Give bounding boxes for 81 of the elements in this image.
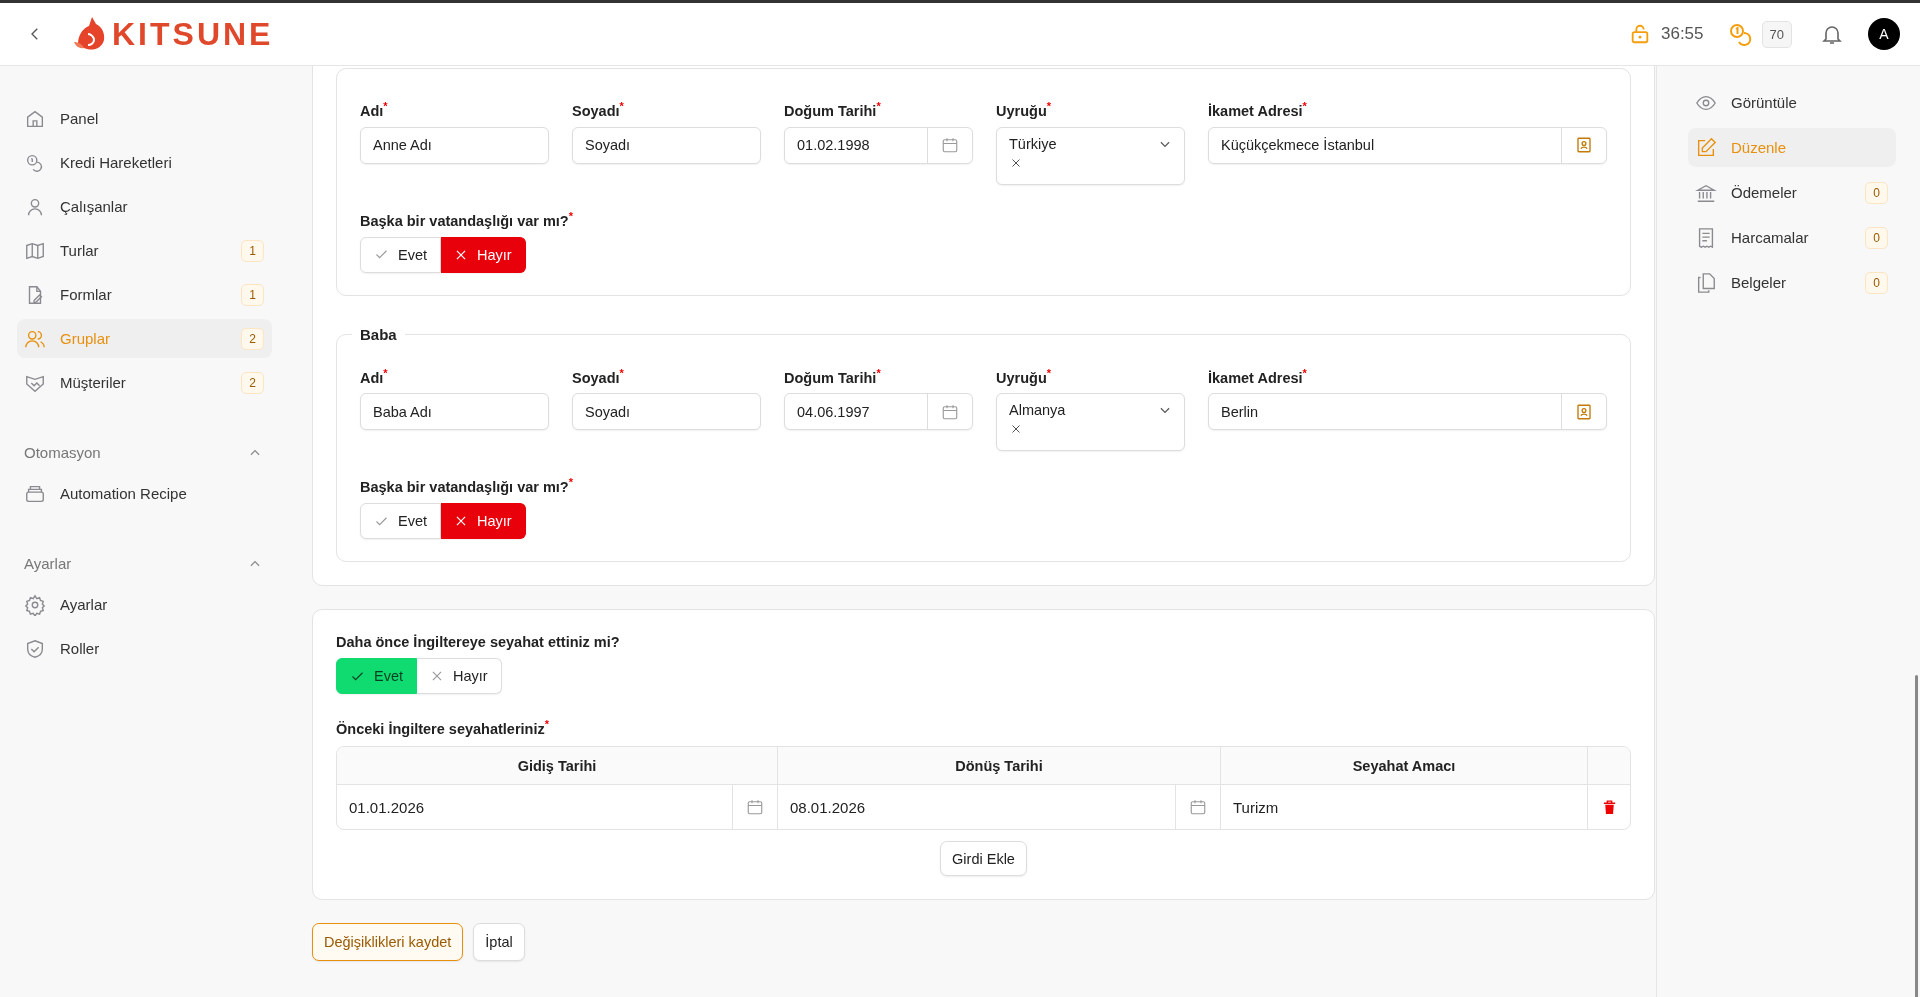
- sidebar-item[interactable]: Çalışanlar: [17, 187, 272, 226]
- field-label: Soyadı$^{*}$: [572, 366, 625, 386]
- credit-count: 70: [1761, 20, 1792, 48]
- settings-icon: [24, 593, 46, 616]
- field-label: Doğum Tarihi$^{*}$: [784, 100, 882, 119]
- field-label: İkamet Adresi$^{*}$: [1208, 366, 1308, 386]
- user-avatar[interactable]: A: [1868, 18, 1900, 50]
- add-entry-button[interactable]: Girdi Ekle: [940, 841, 1027, 877]
- section-heading: Ayarlar: [24, 555, 72, 572]
- choice-button[interactable]: Hayır: [441, 503, 526, 540]
- address-field[interactable]: Küçükçekmece İstanbul: [1208, 126, 1607, 164]
- sidebar-item[interactable]: Automation Recipe: [17, 474, 272, 513]
- column-header: Seyahat Amacı: [1221, 747, 1588, 785]
- count-badge: 0: [1865, 226, 1888, 249]
- count-badge: 2: [241, 327, 264, 350]
- calendar-icon[interactable]: [941, 403, 959, 421]
- count-badge: 2: [241, 371, 264, 394]
- question-label: Başka bir vatandaşlığı var mı?$^{*}$: [360, 476, 574, 496]
- choice-button[interactable]: Evet: [336, 658, 417, 695]
- choice-button[interactable]: Evet: [360, 236, 441, 273]
- address-book-icon[interactable]: [1575, 136, 1593, 155]
- field-label: Soyadı$^{*}$: [572, 100, 625, 119]
- count-badge: 1: [241, 283, 264, 306]
- group-legend: Baba: [352, 325, 405, 343]
- scrollbar-thumb[interactable]: [1915, 675, 1918, 997]
- field-label: Adı$^{*}$: [360, 100, 389, 119]
- date-field[interactable]: 01.01.2026: [337, 785, 778, 830]
- panel-menu-item[interactable]: Belgeler 0: [1688, 263, 1896, 302]
- panel-menu-item[interactable]: Ödemeler 0: [1688, 173, 1896, 212]
- count-badge: 0: [1865, 181, 1888, 204]
- column-header: Gidiş Tarihi: [337, 747, 778, 785]
- text-field[interactable]: Soyadı: [572, 126, 761, 164]
- choice-button[interactable]: Hayır: [441, 236, 526, 273]
- sidebar-item[interactable]: Roller: [17, 629, 272, 668]
- files-icon: [1695, 271, 1717, 294]
- calendar-icon[interactable]: [941, 136, 959, 155]
- clear-icon[interactable]: [1010, 156, 1022, 169]
- panel-menu-item[interactable]: Harcamalar 0: [1688, 218, 1896, 257]
- text-field[interactable]: Soyadı: [572, 393, 761, 431]
- calendar-icon[interactable]: [1189, 798, 1207, 817]
- session-timer: 36:55: [1661, 24, 1704, 44]
- choice-button[interactable]: Hayır: [417, 658, 502, 695]
- calendar-icon[interactable]: [746, 798, 764, 817]
- section-heading: Otomasyon: [24, 444, 101, 461]
- field-label: Doğum Tarihi$^{*}$: [784, 366, 882, 386]
- count-badge: 0: [1865, 271, 1888, 294]
- count-badge: 1: [241, 239, 264, 262]
- field-label: Adı$^{*}$: [360, 366, 389, 386]
- choice-button[interactable]: Evet: [360, 503, 441, 540]
- date-field[interactable]: 04.06.1997: [784, 393, 973, 431]
- sidebar-item[interactable]: Panel: [17, 99, 272, 138]
- table-label: Önceki İngiltere seyahatleriniz$^{*}$: [336, 718, 550, 738]
- cancel-button[interactable]: İptal: [473, 923, 525, 962]
- brand-name: KITSUNE: [112, 15, 274, 53]
- field-label: İkamet Adresi$^{*}$: [1208, 100, 1308, 119]
- address-book-icon[interactable]: [1575, 403, 1593, 421]
- sidebar-item[interactable]: Formlar 1: [17, 275, 272, 314]
- column-header: Dönüş Tarihi: [778, 747, 1221, 785]
- sidebar-item[interactable]: Gruplar 2: [17, 319, 272, 358]
- coins-icon: [1727, 22, 1752, 46]
- question-label: Başka bir vatandaşlığı var mı?$^{*}$: [360, 209, 574, 229]
- text-field[interactable]: Turizm: [1221, 785, 1588, 830]
- select-field[interactable]: Türkiye: [996, 126, 1185, 185]
- pencil-square-icon: [1695, 136, 1717, 159]
- date-field[interactable]: 01.02.1998: [784, 126, 973, 164]
- select-field[interactable]: Almanya: [996, 393, 1185, 452]
- address-field[interactable]: Berlin: [1208, 393, 1607, 431]
- shield-check-icon: [24, 637, 46, 660]
- text-field[interactable]: Anne Adı: [360, 126, 549, 164]
- save-button[interactable]: Değişiklikleri kaydet: [312, 923, 464, 962]
- sidebar-item[interactable]: Müşteriler 2: [17, 363, 272, 402]
- unlocked-padlock-icon: [1629, 23, 1651, 45]
- date-field[interactable]: 08.01.2026: [778, 785, 1221, 830]
- question-label: Daha önce İngiltereye seyahat ettiniz mi?: [336, 634, 621, 651]
- panel-menu-item[interactable]: Görüntüle: [1688, 83, 1896, 122]
- field-label: Uyruğu$^{*}$: [996, 366, 1053, 386]
- field-label: Uyruğu$^{*}$: [996, 100, 1053, 119]
- sidebar-item[interactable]: Ayarlar: [17, 585, 272, 624]
- sidebar-item[interactable]: Turlar 1: [17, 231, 272, 270]
- text-field[interactable]: Baba Adı: [360, 393, 549, 431]
- sidebar-item[interactable]: Kredi Hareketleri: [17, 143, 272, 182]
